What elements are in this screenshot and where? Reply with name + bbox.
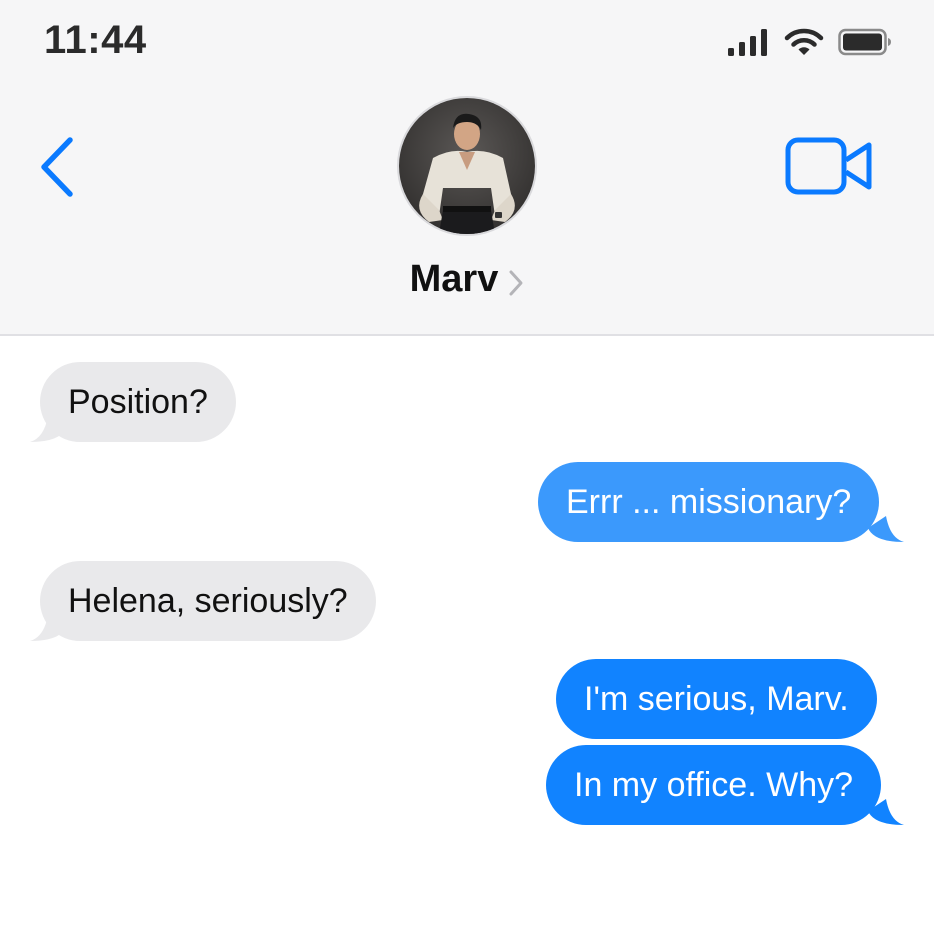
video-camera-icon: [785, 137, 872, 195]
chevron-right-icon: [509, 270, 523, 295]
status-time: 11:44: [44, 18, 147, 62]
message-text: Errr ... missionary?: [566, 482, 852, 521]
bubble-tail: [30, 416, 66, 442]
avatar-photo: [399, 98, 535, 234]
messages-screen: 11:44 Marv Position? Errr ... missionary…: [0, 0, 934, 932]
back-button[interactable]: [34, 134, 84, 200]
wifi-icon: [784, 28, 824, 55]
conversation-header: 11:44 Marv: [0, 0, 934, 336]
status-icons: [726, 26, 892, 58]
message-text: In my office. Why?: [574, 765, 854, 804]
chevron-left-icon: [41, 137, 73, 197]
message-bubble-outgoing[interactable]: Errr ... missionary?: [538, 462, 880, 542]
bubble-tail: [30, 615, 66, 641]
contact-avatar[interactable]: [397, 96, 537, 236]
message-bubble-outgoing[interactable]: In my office. Why?: [546, 745, 882, 825]
message-bubble-incoming[interactable]: Helena, seriously?: [40, 561, 376, 641]
signal-icon: [728, 29, 767, 56]
message-text: I'm serious, Marv.: [584, 679, 849, 718]
message-bubble-incoming[interactable]: Position?: [40, 362, 236, 442]
battery-icon: [838, 28, 891, 56]
contact-name-button[interactable]: Marv: [0, 258, 934, 301]
message-text: Helena, seriously?: [68, 581, 348, 620]
message-text: Position?: [68, 382, 208, 421]
bubble-tail: [868, 799, 904, 825]
bubble-tail: [868, 516, 904, 542]
message-bubble-outgoing[interactable]: I'm serious, Marv.: [556, 659, 877, 739]
video-call-button[interactable]: [784, 136, 876, 196]
contact-name: Marv: [409, 258, 499, 300]
